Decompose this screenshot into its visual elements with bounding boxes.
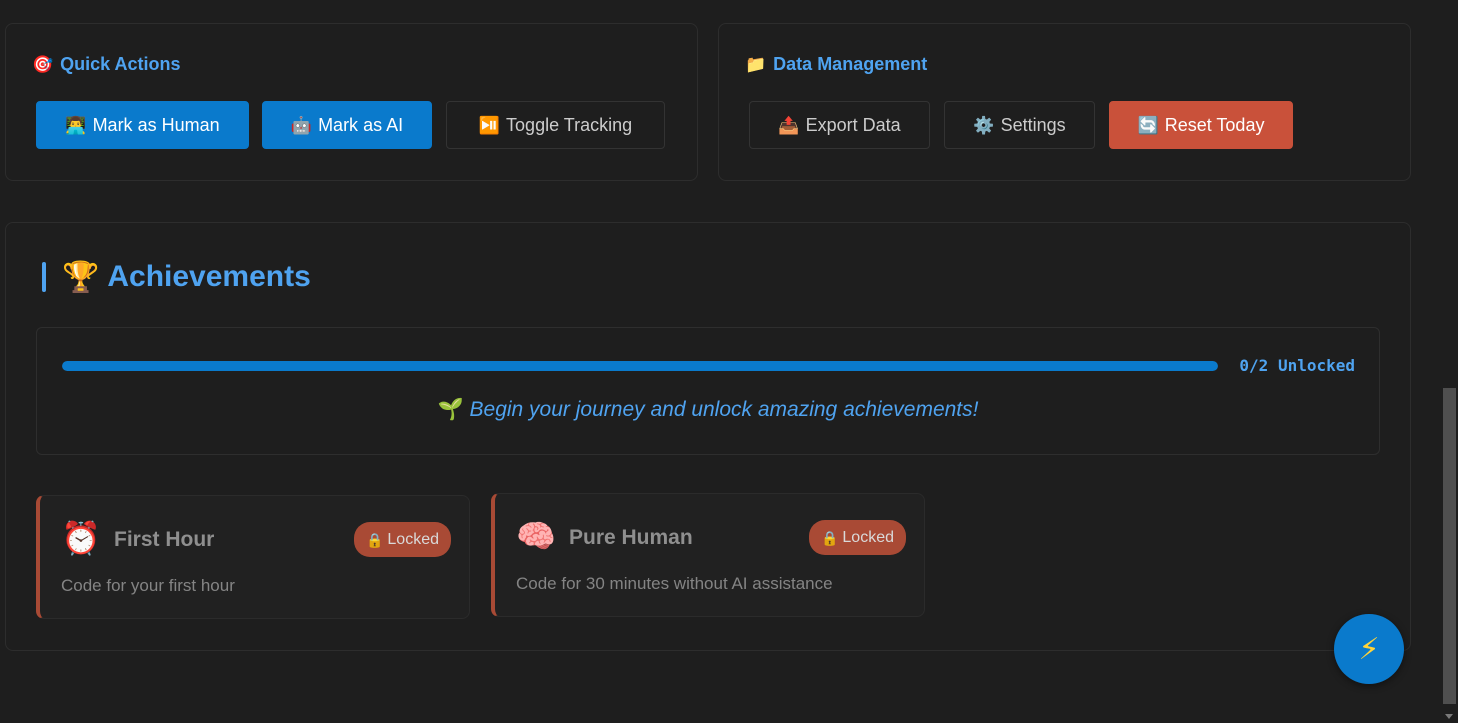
play-pause-icon: ⏯️ xyxy=(478,115,501,135)
alarm-clock-icon: ⏰ xyxy=(61,520,101,556)
achievements-heading: 🏆 Achievements xyxy=(42,260,311,294)
mark-as-human-button[interactable]: 👨‍💻 Mark as Human xyxy=(36,101,249,149)
app-page: 🎯 Quick Actions 👨‍💻 Mark as Human 🤖 Mark… xyxy=(0,0,1458,723)
scrollbar-thumb[interactable] xyxy=(1443,388,1456,704)
achievement-card-pure-human: 🧠 Pure Human 🔒 Locked Code for 30 minute… xyxy=(491,493,925,617)
lock-icon: 🔒 xyxy=(365,531,384,548)
reset-today-label: Reset Today xyxy=(1164,114,1265,135)
trophy-icon: 🏆 xyxy=(62,260,100,294)
seedling-icon: 🌱 xyxy=(437,398,464,421)
data-management-title: Data Management xyxy=(773,54,928,74)
export-data-button[interactable]: 📤 Export Data xyxy=(749,101,930,149)
heading-accent-bar xyxy=(42,262,46,292)
achievement-progress-fill xyxy=(62,361,1218,371)
folder-icon: 📁 xyxy=(745,55,767,74)
mark-as-ai-label: Mark as AI xyxy=(318,114,404,135)
achievements-panel: 🏆 Achievements 0/2 Unlocked 🌱 Begin your… xyxy=(5,222,1411,651)
quick-actions-panel: 🎯 Quick Actions 👨‍💻 Mark as Human 🤖 Mark… xyxy=(5,23,698,181)
achievement-progress-bar xyxy=(62,361,1218,371)
outbox-tray-icon: 📤 xyxy=(778,115,800,135)
achievement-description: Code for your first hour xyxy=(61,576,235,595)
locked-label: Locked xyxy=(842,528,894,546)
lightning-icon: ⚡ xyxy=(1358,632,1380,666)
locked-badge: 🔒 Locked xyxy=(808,520,906,555)
mark-as-ai-button[interactable]: 🤖 Mark as AI xyxy=(262,101,432,149)
quick-actions-title: Quick Actions xyxy=(60,54,181,74)
journey-message: 🌱 Begin your journey and unlock amazing … xyxy=(37,398,1379,422)
achievement-name: Pure Human xyxy=(569,526,693,549)
achievement-progress-box: 0/2 Unlocked 🌱 Begin your journey and un… xyxy=(36,327,1380,455)
achievement-description: Code for 30 minutes without AI assistanc… xyxy=(516,574,833,593)
journey-text: Begin your journey and unlock amazing ac… xyxy=(469,398,979,421)
settings-label: Settings xyxy=(1000,114,1066,135)
quick-action-fab[interactable]: ⚡ xyxy=(1334,614,1404,684)
lock-icon: 🔒 xyxy=(820,529,839,546)
achievements-title: Achievements xyxy=(107,260,311,293)
technologist-icon: 👨‍💻 xyxy=(65,115,87,135)
target-icon: 🎯 xyxy=(32,55,54,74)
settings-button[interactable]: ⚙️ Settings xyxy=(944,101,1095,149)
locked-label: Locked xyxy=(387,530,439,548)
mark-as-human-label: Mark as Human xyxy=(92,114,220,135)
achievement-card-first-hour: ⏰ First Hour 🔒 Locked Code for your firs… xyxy=(36,495,470,619)
quick-actions-heading: 🎯 Quick Actions xyxy=(32,54,181,75)
scroll-down-arrow-icon[interactable] xyxy=(1445,714,1453,719)
achievement-name: First Hour xyxy=(114,528,215,551)
toggle-tracking-button[interactable]: ⏯️ Toggle Tracking xyxy=(446,101,665,149)
brain-icon: 🧠 xyxy=(516,518,556,554)
refresh-icon: 🔄 xyxy=(1137,115,1159,135)
reset-today-button[interactable]: 🔄 Reset Today xyxy=(1109,101,1293,149)
robot-icon: 🤖 xyxy=(290,115,313,135)
toggle-tracking-label: Toggle Tracking xyxy=(506,114,633,135)
locked-badge: 🔒 Locked xyxy=(353,522,451,557)
gear-icon: ⚙️ xyxy=(973,115,995,135)
vertical-scrollbar[interactable] xyxy=(1441,0,1458,723)
export-data-label: Export Data xyxy=(805,114,901,135)
data-management-heading: 📁 Data Management xyxy=(745,54,927,75)
achievement-progress-text: 0/2 Unlocked xyxy=(1239,356,1355,375)
data-management-panel: 📁 Data Management 📤 Export Data ⚙️ Setti… xyxy=(718,23,1411,181)
